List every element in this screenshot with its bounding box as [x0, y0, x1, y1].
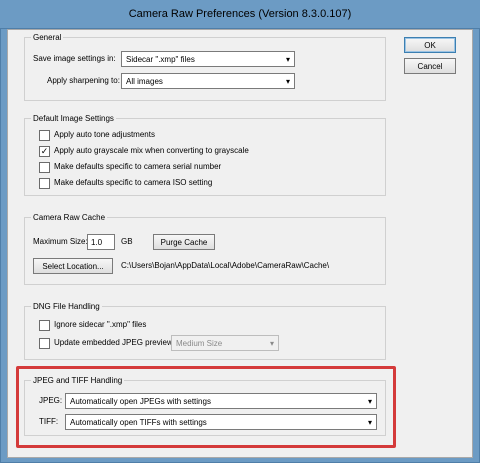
- purge-cache-button[interactable]: Purge Cache: [153, 234, 215, 250]
- auto-tone-label: Apply auto tone adjustments: [54, 130, 155, 139]
- highlight-box: [16, 366, 396, 448]
- dialog-client-area: OK Cancel General Save image settings in…: [7, 29, 473, 458]
- ignore-sidecar-label: Ignore sidecar ".xmp" files: [54, 320, 147, 329]
- sharpening-select[interactable]: All images ▾: [121, 73, 295, 89]
- iso-setting-label: Make defaults specific to camera ISO set…: [54, 178, 213, 187]
- auto-tone-checkbox[interactable]: [39, 129, 50, 141]
- cancel-button[interactable]: Cancel: [404, 58, 456, 74]
- iso-setting-option[interactable]: Make defaults specific to camera ISO set…: [39, 177, 212, 189]
- dng-handling-group: DNG File Handling Ignore sidecar ".xmp" …: [24, 301, 386, 360]
- cancel-button-label: Cancel: [417, 61, 443, 71]
- title-bar: Camera Raw Preferences (Version 8.3.0.10…: [0, 0, 480, 28]
- serial-number-option[interactable]: Make defaults specific to camera serial …: [39, 161, 221, 173]
- serial-number-checkbox[interactable]: [39, 161, 50, 173]
- max-size-label: Maximum Size:: [33, 237, 88, 246]
- chevron-down-icon: ▾: [285, 77, 290, 86]
- save-settings-label: Save image settings in:: [33, 54, 116, 63]
- update-previews-checkbox[interactable]: [39, 337, 50, 349]
- ignore-sidecar-checkbox[interactable]: [39, 319, 50, 331]
- save-settings-select[interactable]: Sidecar ".xmp" files ▾: [121, 51, 295, 67]
- default-settings-group: Default Image Settings Apply auto tone a…: [24, 113, 386, 196]
- save-settings-value: Sidecar ".xmp" files: [126, 54, 195, 64]
- dng-legend: DNG File Handling: [31, 301, 102, 313]
- serial-number-label: Make defaults specific to camera serial …: [54, 162, 222, 171]
- auto-grayscale-option[interactable]: ✓ Apply auto grayscale mix when converti…: [39, 145, 249, 157]
- purge-cache-label: Purge Cache: [160, 237, 208, 247]
- preview-size-select[interactable]: Medium Size ▾: [171, 335, 279, 351]
- cache-path: C:\Users\Bojan\AppData\Local\Adobe\Camer…: [121, 261, 330, 270]
- window-title: Camera Raw Preferences (Version 8.3.0.10…: [128, 8, 352, 20]
- chevron-down-icon: ▾: [269, 339, 274, 348]
- ok-button-label: OK: [424, 40, 436, 50]
- default-settings-legend: Default Image Settings: [31, 113, 116, 125]
- auto-grayscale-checkbox[interactable]: ✓: [39, 145, 50, 157]
- general-legend: General: [31, 32, 64, 44]
- ok-button[interactable]: OK: [404, 37, 456, 53]
- window-frame: OK Cancel General Save image settings in…: [0, 28, 480, 463]
- chevron-down-icon: ▾: [285, 55, 290, 64]
- auto-grayscale-label: Apply auto grayscale mix when converting…: [54, 146, 249, 155]
- checkmark-icon: ✓: [40, 145, 49, 156]
- camera-raw-cache-group: Camera Raw Cache Maximum Size: 1.0 GB Pu…: [24, 212, 386, 285]
- auto-tone-option[interactable]: Apply auto tone adjustments: [39, 129, 155, 141]
- select-location-label: Select Location...: [42, 261, 104, 271]
- update-previews-label: Update embedded JPEG previews:: [54, 338, 179, 347]
- sharpening-label: Apply sharpening to:: [47, 76, 120, 85]
- cache-legend: Camera Raw Cache: [31, 212, 108, 224]
- select-location-button[interactable]: Select Location...: [33, 258, 113, 274]
- general-group: General Save image settings in: Sidecar …: [24, 32, 386, 101]
- sharpening-value: All images: [126, 76, 163, 86]
- ignore-sidecar-option[interactable]: Ignore sidecar ".xmp" files: [39, 319, 146, 331]
- size-unit-label: GB: [121, 237, 133, 246]
- max-size-value: 1.0: [91, 237, 103, 247]
- iso-setting-checkbox[interactable]: [39, 177, 50, 189]
- max-size-input[interactable]: 1.0: [87, 234, 115, 250]
- preview-size-value: Medium Size: [176, 338, 223, 348]
- update-previews-option[interactable]: Update embedded JPEG previews:: [39, 337, 179, 349]
